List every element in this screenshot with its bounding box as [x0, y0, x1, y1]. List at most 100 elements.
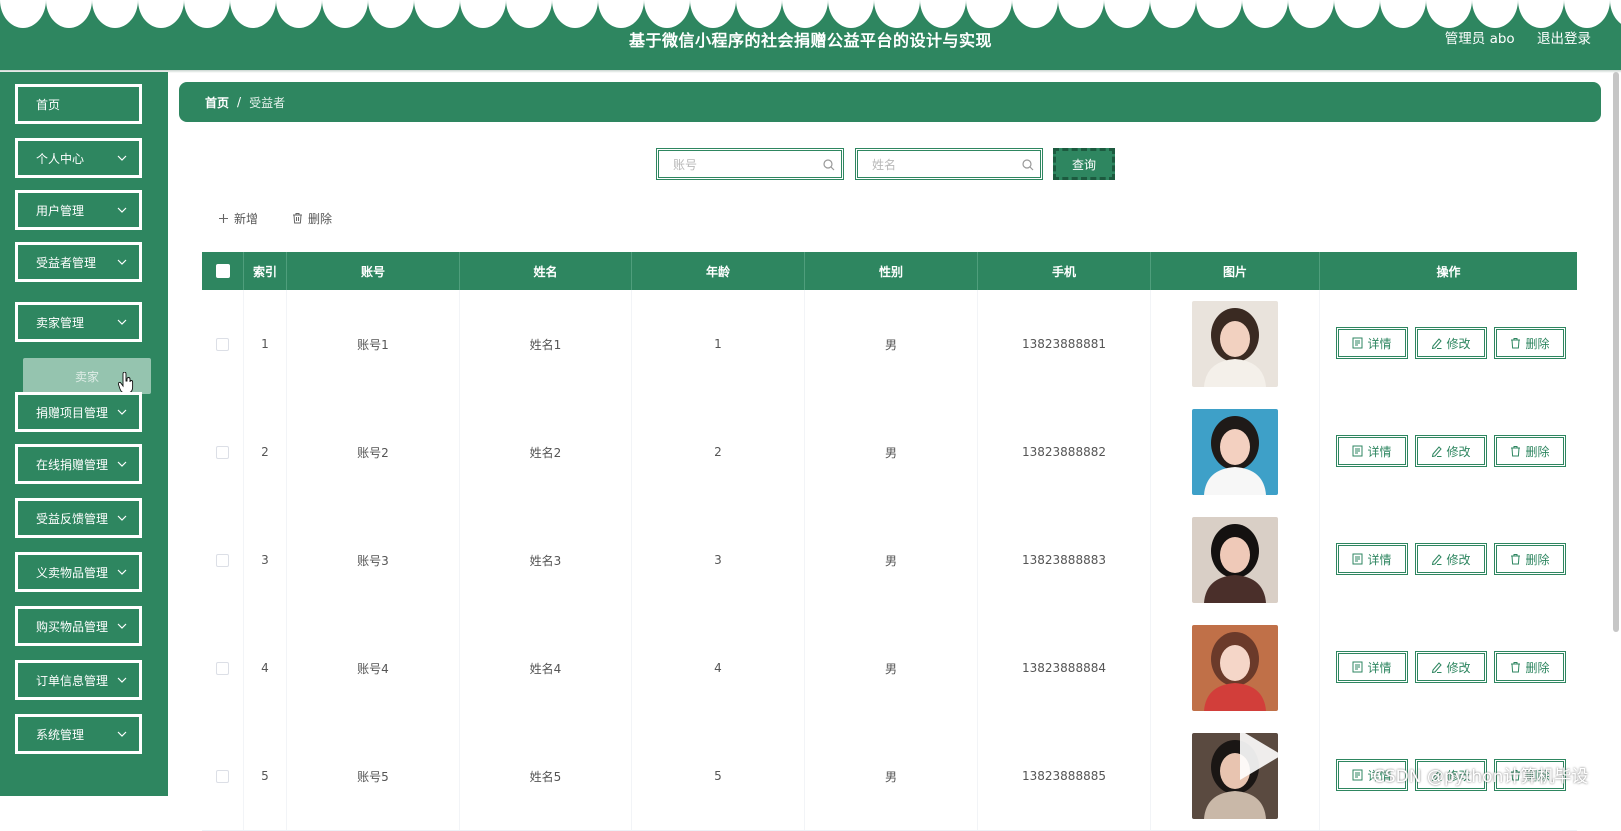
detail-button[interactable]: 详情: [1336, 543, 1408, 575]
cell-photo: [1151, 614, 1320, 722]
select-all-checkbox[interactable]: [215, 264, 230, 278]
name-search-input[interactable]: [870, 152, 1024, 178]
sidebar-item-online-donation-management[interactable]: 在线捐赠管理: [15, 444, 142, 484]
row-checkbox[interactable]: [216, 337, 229, 351]
document-icon: [1352, 445, 1363, 457]
breadcrumb: 首页 / 受益者: [179, 82, 1601, 122]
admin-user-label[interactable]: 管理员 abo: [1445, 31, 1515, 47]
vertical-scrollbar[interactable]: [1613, 72, 1619, 632]
cell-photo: [1151, 398, 1320, 506]
edit-button[interactable]: 修改: [1415, 543, 1487, 575]
chevron-down-icon: [117, 677, 127, 683]
detail-button-label: 详情: [1367, 660, 1392, 675]
edit-button[interactable]: 修改: [1415, 435, 1487, 467]
cell-gender: 男: [805, 722, 978, 830]
trash-icon: [1511, 338, 1521, 349]
cell-age: 4: [632, 614, 805, 722]
row-select-cell[interactable]: [202, 614, 244, 722]
sidebar-item-order-management[interactable]: 订单信息管理: [15, 660, 142, 700]
scallop-shape: [1472, 0, 1518, 28]
beneficiary-photo[interactable]: [1192, 517, 1278, 603]
account-search-input[interactable]: [671, 152, 825, 178]
row-select-cell[interactable]: [202, 290, 244, 398]
table-row: 5 账号5 姓名5 5 男 13823888885 详情 修改 删除: [202, 722, 1577, 831]
batch-delete-button[interactable]: 删除: [292, 208, 332, 228]
header-user-area: 管理员 abo 退出登录: [1427, 27, 1591, 47]
detail-button-label: 详情: [1367, 336, 1392, 351]
trash-icon: [1511, 662, 1521, 673]
sidebar-item-purchase-management[interactable]: 购买物品管理: [15, 606, 142, 646]
breadcrumb-home[interactable]: 首页: [205, 94, 229, 111]
row-select-cell[interactable]: [202, 398, 244, 506]
beneficiary-photo[interactable]: [1192, 301, 1278, 387]
cell-name: 姓名2: [460, 398, 632, 506]
edit-icon: [1432, 554, 1443, 565]
sidebar-item-label: 订单信息管理: [36, 673, 109, 688]
cell-age: 2: [632, 398, 805, 506]
sidebar-subitem-label: 卖家: [74, 369, 99, 384]
cell-age: 1: [632, 290, 805, 398]
column-header: 年龄: [632, 252, 805, 290]
name-search-box: [855, 148, 1043, 180]
scallop-shape: [552, 0, 598, 28]
header-select-all[interactable]: [202, 252, 244, 290]
cell-gender: 男: [805, 506, 978, 614]
document-icon: [1352, 337, 1363, 349]
delete-button-label: 删除: [1525, 552, 1550, 567]
scallop-shape: [138, 0, 184, 28]
sidebar-item-personal-center[interactable]: 个人中心: [15, 138, 142, 178]
sidebar-item-donation-project-management[interactable]: 捐赠项目管理: [15, 392, 142, 432]
detail-button[interactable]: 详情: [1336, 327, 1408, 359]
scallop-shape: [690, 0, 736, 28]
row-checkbox[interactable]: [216, 769, 229, 783]
sidebar-item-user-management[interactable]: 用户管理: [15, 190, 142, 230]
scallop-shape: [966, 0, 1012, 28]
account-search-box: [656, 148, 844, 180]
add-button[interactable]: 新增: [218, 208, 258, 228]
delete-button[interactable]: 删除: [1494, 435, 1566, 467]
scallop-shape: [1104, 0, 1150, 28]
cell-index: 1: [244, 290, 287, 398]
scallop-shape: [1012, 0, 1058, 28]
edit-button[interactable]: 修改: [1415, 327, 1487, 359]
sidebar-item-feedback-management[interactable]: 受益反馈管理: [15, 498, 142, 538]
cell-name: 姓名1: [460, 290, 632, 398]
delete-button[interactable]: 删除: [1494, 543, 1566, 575]
row-checkbox[interactable]: [216, 553, 229, 567]
cursor-hand-icon: [118, 372, 134, 394]
row-checkbox[interactable]: [216, 445, 229, 459]
scallop-shape: [782, 0, 828, 28]
sidebar-item-label: 个人中心: [36, 151, 85, 166]
table-row: 3 账号3 姓名3 3 男 13823888883 详情 修改 删除: [202, 506, 1577, 615]
query-button[interactable]: 查询: [1053, 148, 1115, 180]
delete-button-label: 删除: [1525, 444, 1550, 459]
row-checkbox[interactable]: [216, 661, 229, 675]
cell-name: 姓名5: [460, 722, 632, 830]
cell-phone: 13823888881: [978, 290, 1151, 398]
scallop-shape: [874, 0, 920, 28]
breadcrumb-separator: /: [237, 95, 242, 109]
sidebar-item-seller-management[interactable]: 卖家管理: [15, 302, 142, 342]
row-select-cell[interactable]: [202, 506, 244, 614]
sidebar-item-charity-sale-management[interactable]: 义卖物品管理: [15, 552, 142, 592]
cell-gender: 男: [805, 614, 978, 722]
edit-button-label: 修改: [1446, 660, 1471, 675]
beneficiary-photo[interactable]: [1192, 625, 1278, 711]
row-select-cell[interactable]: [202, 722, 244, 830]
sidebar-item-system-management[interactable]: 系统管理: [15, 714, 142, 754]
sidebar-item-home[interactable]: 首页: [15, 84, 142, 124]
column-header: 手机: [978, 252, 1151, 290]
chevron-down-icon: [117, 259, 127, 265]
edit-button[interactable]: 修改: [1415, 651, 1487, 683]
logout-link[interactable]: 退出登录: [1537, 31, 1591, 47]
chevron-down-icon: [117, 461, 127, 467]
cell-phone: 13823888885: [978, 722, 1151, 830]
detail-button[interactable]: 详情: [1336, 435, 1408, 467]
delete-button[interactable]: 删除: [1494, 327, 1566, 359]
delete-button[interactable]: 删除: [1494, 651, 1566, 683]
detail-button[interactable]: 详情: [1336, 651, 1408, 683]
beneficiary-photo[interactable]: [1192, 409, 1278, 495]
table-header: 索引 账号 姓名 年龄 性别 手机 图片 操作: [202, 252, 1577, 290]
sidebar-item-beneficiary-management[interactable]: 受益者管理: [15, 242, 142, 282]
column-header: 性别: [805, 252, 978, 290]
